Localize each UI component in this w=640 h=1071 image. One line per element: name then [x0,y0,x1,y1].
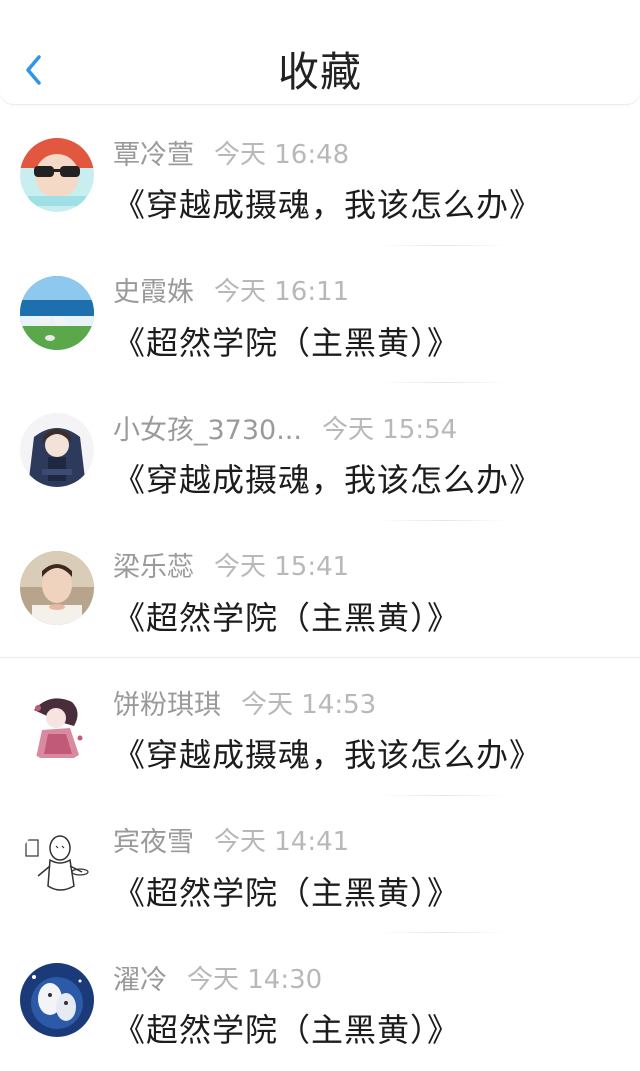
item-meta: 梁乐蕊 今天 15:41 [113,547,349,583]
timestamp: 今天 15:41 [214,552,350,582]
timestamp: 今天 15:54 [321,414,458,445]
favorite-item[interactable]: 宾夜雪 今天 14:41 《超然学院（主黑黄）》 [0,796,640,933]
avatar[interactable] [20,963,94,1037]
favorite-item[interactable]: 小女孩_3730... 今天 15:54 《穿越成摄魂，我该怎么办》 [0,383,640,521]
timestamp: 今天 14:53 [241,689,377,720]
work-title[interactable]: 《超然学院（主黑黄）》 [113,1005,460,1051]
timestamp: 今天 16:11 [214,277,350,307]
user-name[interactable]: 濯冷 [113,958,167,997]
avatar[interactable] [20,275,94,350]
favorite-item[interactable]: 覃冷萱 今天 16:48 《穿越成摄魂，我该怎么办》 [0,108,640,246]
item-meta: 濯冷 今天 14:30 [113,958,323,997]
avatar-user-sunglasses-image [20,138,94,212]
item-meta: 宾夜雪 今天 14:41 [113,822,349,858]
user-name[interactable]: 饼粉琪琪 [113,683,221,722]
user-name[interactable]: 宾夜雪 [113,820,194,859]
item-meta: 小女孩_3730... 今天 15:54 [113,408,458,447]
timestamp: 今天 14:30 [187,964,323,995]
user-name[interactable]: 小女孩_3730... [113,408,302,447]
favorite-item[interactable]: 梁乐蕊 今天 15:41 《超然学院（主黑黄）》 [0,521,640,658]
avatar[interactable] [20,138,94,212]
avatar-anime-girl-pink-image [20,688,94,762]
avatar-seagulls-beach-image [20,275,94,350]
avatar[interactable] [20,825,94,900]
favorite-item[interactable]: 史霞姝 今天 16:11 《超然学院（主黑黄）》 [0,246,640,383]
avatar-sketch-figure-image [20,825,94,900]
user-name[interactable]: 梁乐蕊 [113,545,194,584]
header-bar: 收藏 [0,0,640,105]
timestamp: 今天 16:48 [214,139,350,170]
favorite-item[interactable]: 濯冷 今天 14:30 《超然学院（主黑黄）》 [0,933,640,1071]
avatar-portrait-man-image [20,550,94,625]
work-title[interactable]: 《穿越成摄魂，我该怎么办》 [113,455,542,501]
work-title[interactable]: 《超然学院（主黑黄）》 [113,868,460,914]
avatar-anime-throne-image [20,413,94,487]
avatar-dark-blue-image [20,963,94,1037]
item-meta: 覃冷萱 今天 16:48 [113,133,350,172]
page-title: 收藏 [278,48,362,96]
item-meta: 史霞姝 今天 16:11 [113,272,349,308]
work-title[interactable]: 《超然学院（主黑黄）》 [113,593,460,639]
user-name[interactable]: 覃冷萱 [113,133,194,172]
avatar[interactable] [20,413,94,487]
user-name[interactable]: 史霞姝 [113,270,194,309]
favorites-list: 覃冷萱 今天 16:48 《穿越成摄魂，我该怎么办》 史霞姝 今天 16:11 … [0,108,640,1071]
work-title[interactable]: 《穿越成摄魂，我该怎么办》 [113,730,542,776]
avatar[interactable] [20,688,94,762]
work-title[interactable]: 《穿越成摄魂，我该怎么办》 [113,180,542,226]
item-meta: 饼粉琪琪 今天 14:53 [113,683,377,722]
work-title[interactable]: 《超然学院（主黑黄）》 [113,318,460,364]
timestamp: 今天 14:41 [214,827,350,857]
favorite-item[interactable]: 饼粉琪琪 今天 14:53 《穿越成摄魂，我该怎么办》 [0,658,640,796]
avatar[interactable] [20,550,94,625]
